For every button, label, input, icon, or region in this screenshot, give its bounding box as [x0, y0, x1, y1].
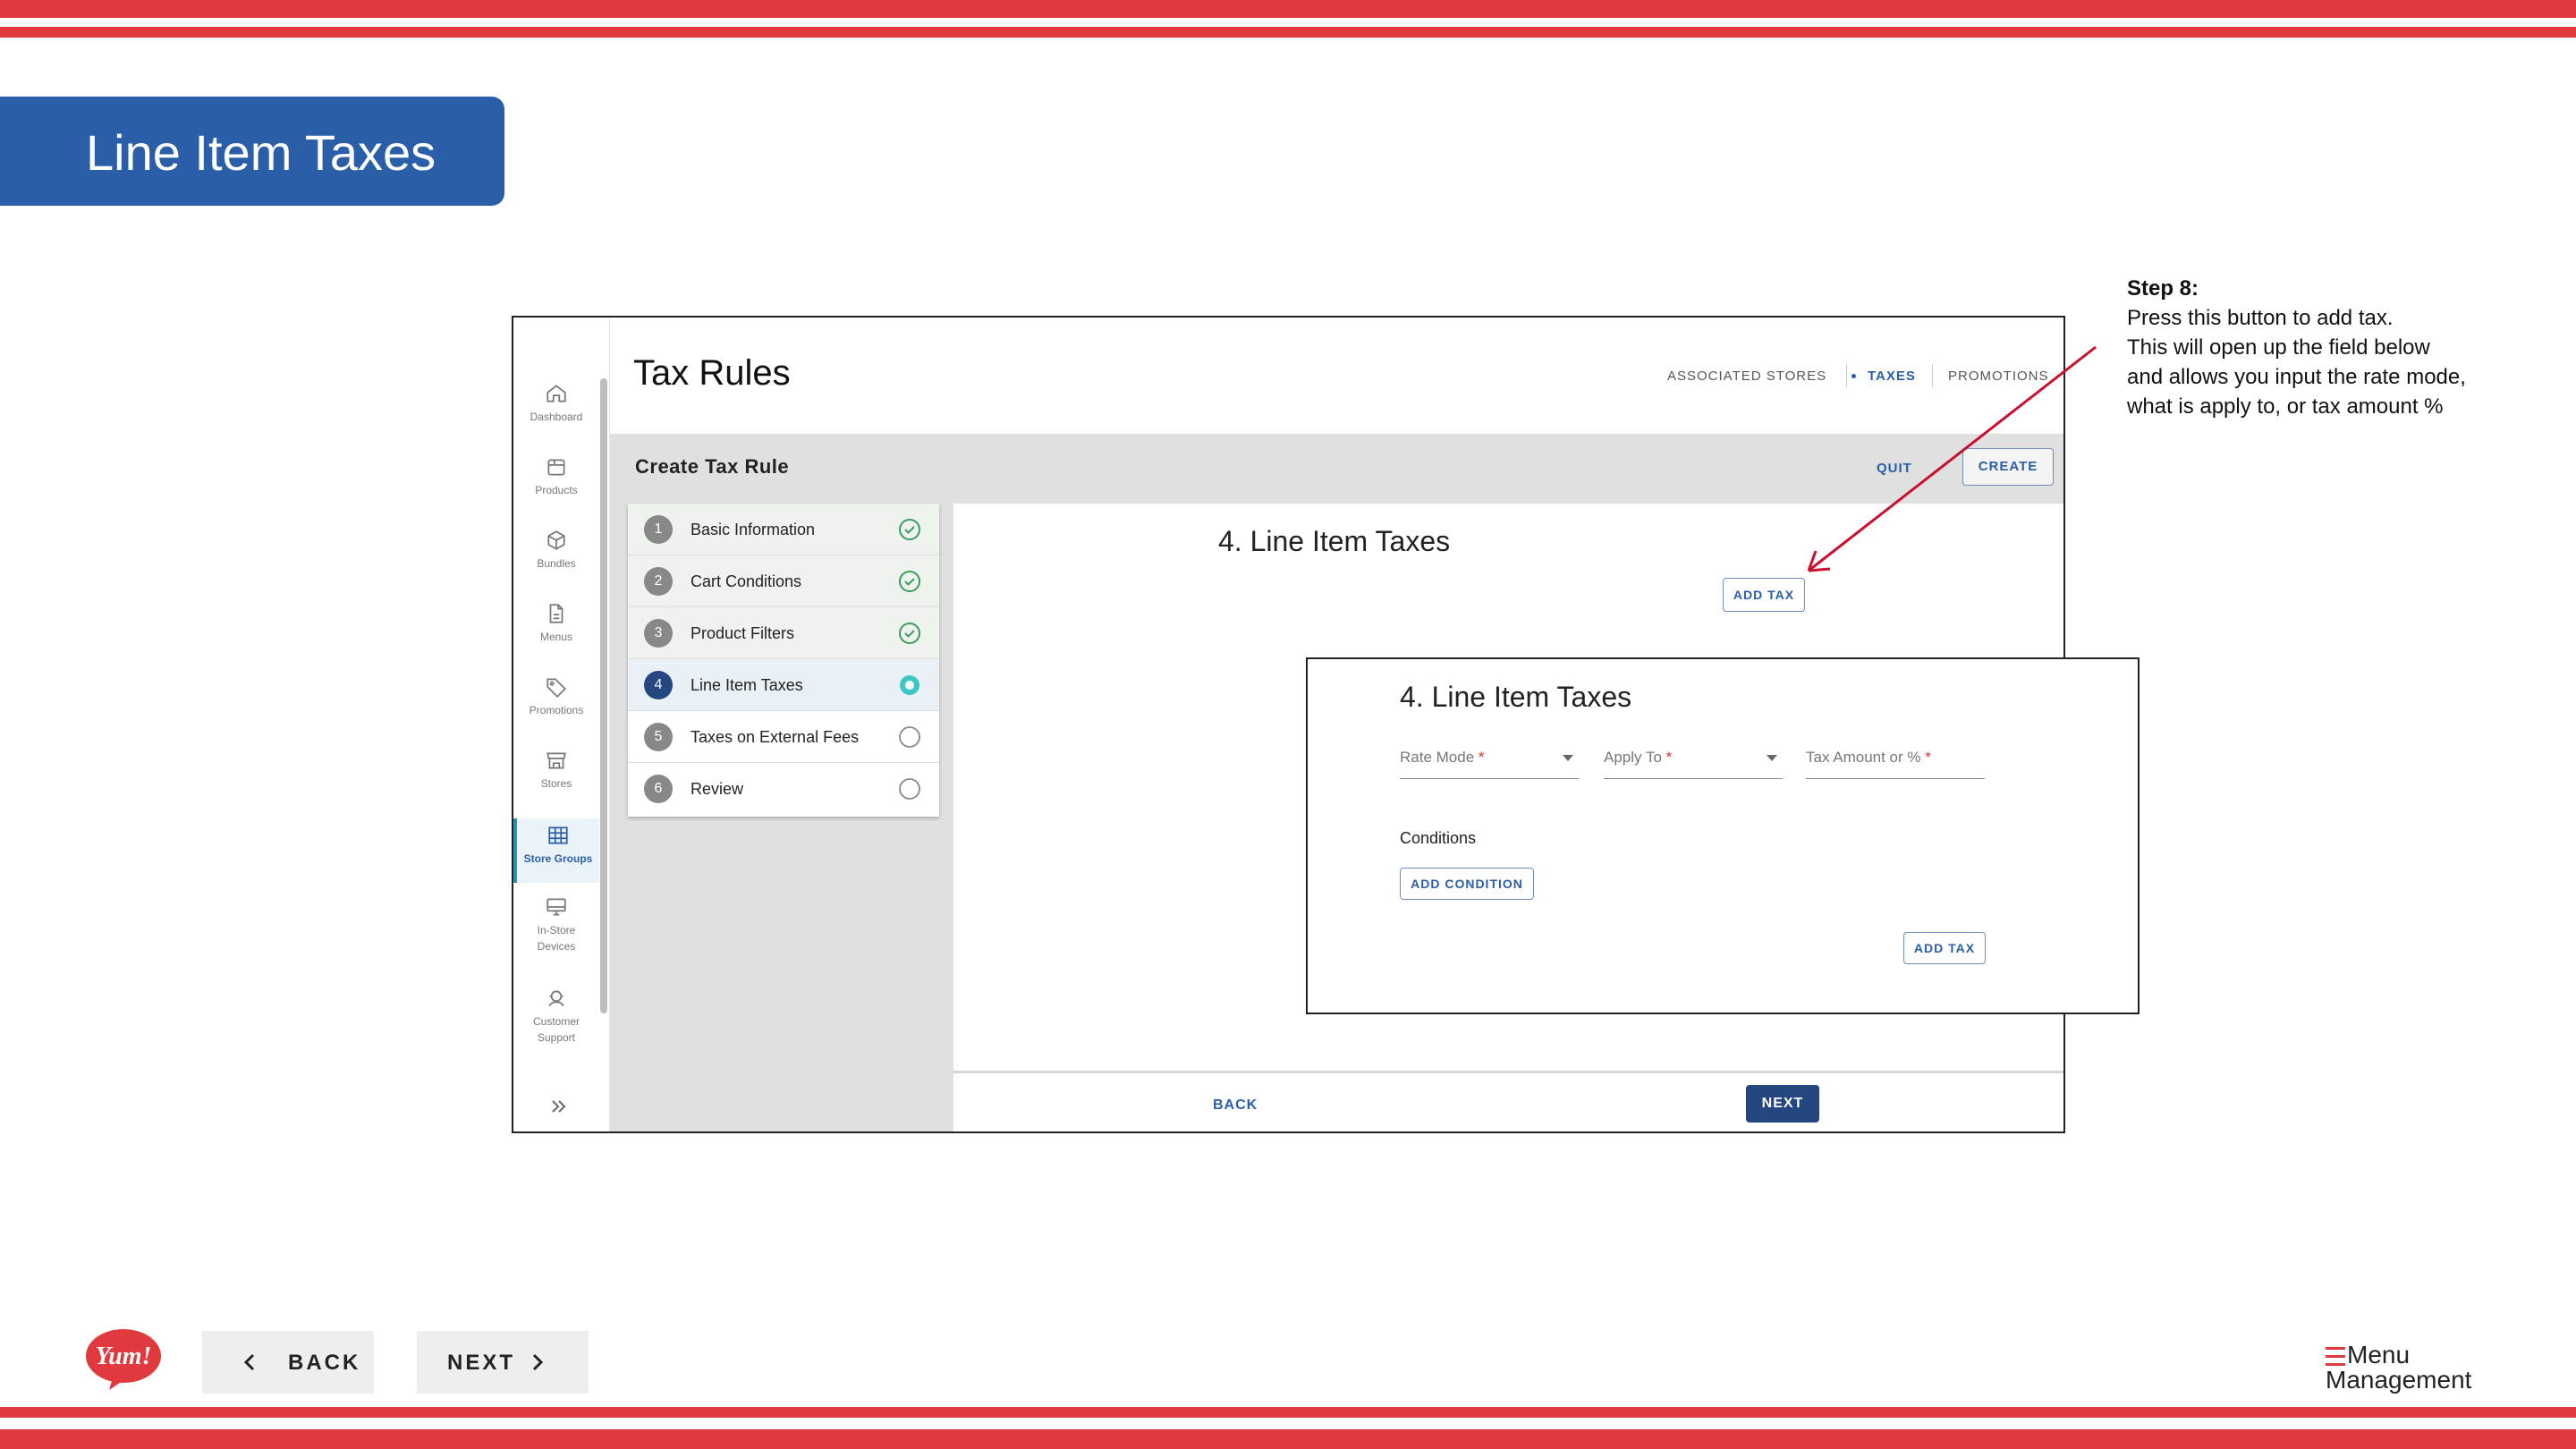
slide-back-label: BACK: [288, 1351, 361, 1375]
chevron-left-icon: [243, 1353, 255, 1371]
logo-text-menu: Menu: [2347, 1341, 2411, 1368]
slide-next-label: NEXT: [447, 1351, 516, 1375]
yum-logo: Yum!: [86, 1329, 161, 1390]
slide-back-button[interactable]: BACK: [202, 1331, 374, 1394]
bottom-stripe-thick: [0, 1429, 2576, 1449]
chevron-right-icon: [532, 1353, 544, 1371]
menu-management-logo: Menu Management: [2326, 1342, 2487, 1395]
slide-next-button[interactable]: NEXT: [417, 1331, 589, 1394]
logo-text-management: Management: [2326, 1366, 2472, 1394]
bottom-stripe-thin: [0, 1407, 2576, 1418]
annotation-arrow: [1807, 345, 2097, 572]
yum-logo-text: Yum!: [96, 1343, 152, 1370]
